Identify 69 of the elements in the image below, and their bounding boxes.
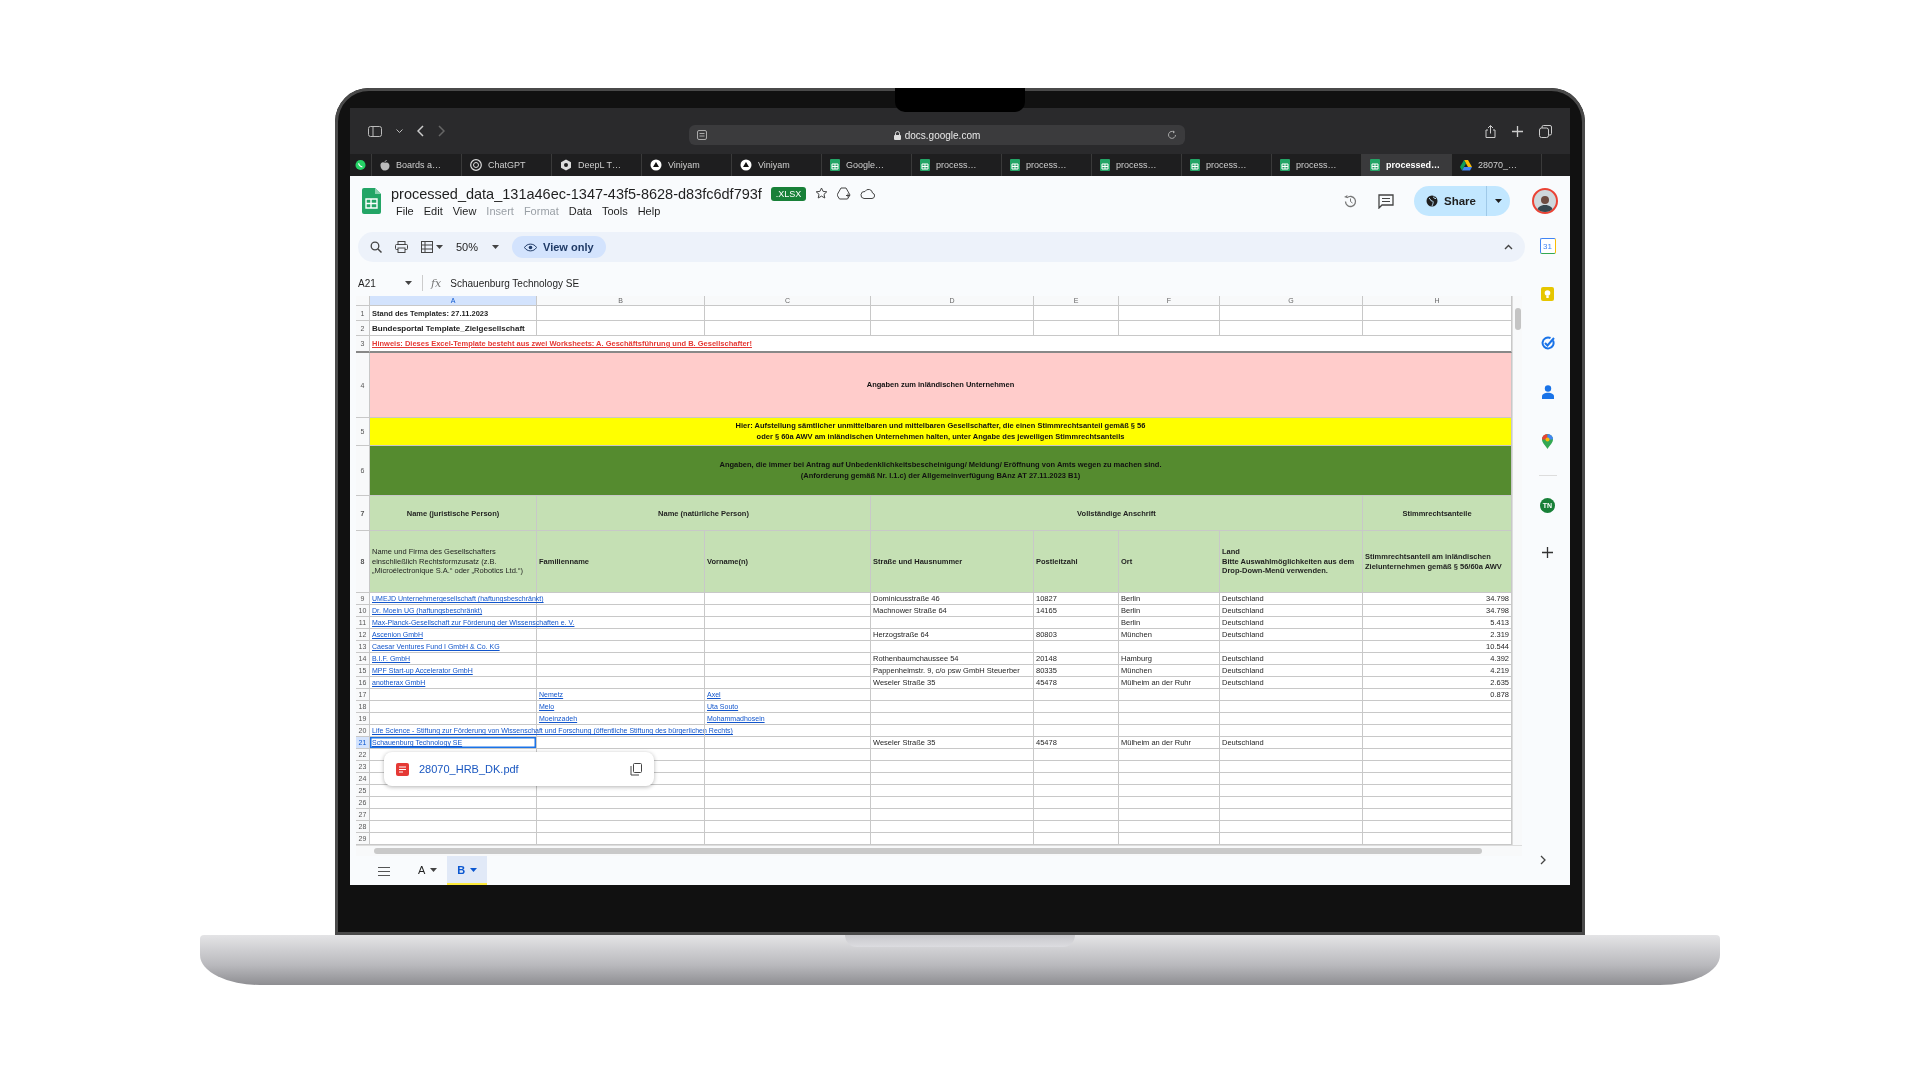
address-bar[interactable]: docs.google.com (689, 125, 1185, 145)
pdf-file-icon (396, 762, 409, 776)
name-box[interactable]: A21 (358, 277, 422, 289)
apple-icon (380, 159, 390, 171)
spreadsheet-icon (920, 159, 930, 171)
eye-icon (524, 242, 538, 252)
document-title: processed_data_131a46ec-1347-43f5-8628-d83fc6df793f (391, 185, 762, 202)
caret-icon (1495, 199, 1502, 203)
sheet-tab[interactable]: A (408, 856, 448, 885)
menu-item[interactable]: Tools (596, 204, 633, 217)
menu-item[interactable]: Help (632, 204, 666, 217)
chat-bubble-icon (355, 159, 366, 171)
caret-icon (430, 867, 438, 872)
map-pin-icon[interactable] (1542, 434, 1553, 449)
spreadsheet-logo (362, 188, 381, 214)
spreadsheet-icon (830, 159, 840, 171)
print-icon[interactable] (395, 241, 408, 253)
back-icon[interactable] (417, 125, 424, 137)
hexagon-icon (560, 159, 572, 171)
menu-item[interactable]: Edit (418, 204, 448, 217)
view-only-button[interactable]: View only (512, 236, 606, 258)
caret-icon (470, 867, 478, 872)
menu-item[interactable]: File (391, 204, 419, 217)
spreadsheet-icon (1190, 159, 1200, 171)
reload-icon[interactable] (1167, 130, 1177, 140)
sidebar-icon[interactable] (368, 125, 382, 137)
spreadsheet-icon (1370, 159, 1380, 171)
chevron-up-icon[interactable] (1504, 244, 1513, 250)
copy-icon[interactable] (630, 762, 642, 776)
file-name[interactable]: 28070_HRB_DK.pdf (419, 763, 519, 775)
tabs-icon[interactable] (1539, 124, 1552, 138)
caret-icon (405, 281, 412, 285)
share-icon[interactable] (1485, 124, 1496, 138)
history-icon[interactable] (1343, 193, 1359, 209)
browser-tab[interactable]: processed… (1362, 154, 1452, 176)
sheet-tab[interactable]: B (447, 856, 488, 885)
cloud-icon[interactable] (860, 188, 876, 199)
file-type-badge: .XLSX (770, 186, 807, 201)
person-icon[interactable] (1541, 385, 1554, 399)
globe-icon (1426, 195, 1439, 207)
chevron-right-icon[interactable] (1540, 855, 1546, 865)
search-icon[interactable] (370, 241, 382, 253)
calendar-icon[interactable]: 31 (1539, 238, 1556, 254)
caret-icon (492, 245, 500, 249)
zoom-select[interactable]: 50% (456, 241, 500, 253)
comment-icon[interactable] (1378, 193, 1395, 209)
table-icon[interactable] (421, 241, 433, 253)
spreadsheet-icon (1100, 159, 1110, 171)
chevron-down-icon[interactable] (396, 129, 403, 133)
forward-icon[interactable] (438, 125, 445, 137)
menu-item[interactable]: View (447, 204, 482, 217)
page-icon (697, 130, 707, 140)
menu-item[interactable]: Data (563, 204, 597, 217)
avatar[interactable] (1532, 188, 1558, 214)
lock-icon (893, 130, 901, 140)
plus-icon[interactable] (1542, 547, 1553, 558)
star-icon[interactable] (815, 187, 829, 200)
spreadsheet-icon (1010, 159, 1020, 171)
function-label: fx (431, 276, 442, 290)
tasks-icon[interactable] (1540, 336, 1555, 350)
caret-icon (436, 245, 443, 249)
attachment-tooltip[interactable]: 28070_HRB_DK.pdf (384, 752, 654, 786)
lightbulb-icon[interactable] (1541, 287, 1554, 301)
cell-text: Bundesportal Template_Zielgesellschaft (372, 323, 525, 333)
spreadsheet-icon (1280, 159, 1290, 171)
triangle-icon (1460, 159, 1472, 171)
url-text: docs.google.com (904, 129, 981, 141)
menu-icon[interactable] (378, 866, 390, 876)
formula-text: Schauenburg Technology SE (450, 277, 580, 289)
